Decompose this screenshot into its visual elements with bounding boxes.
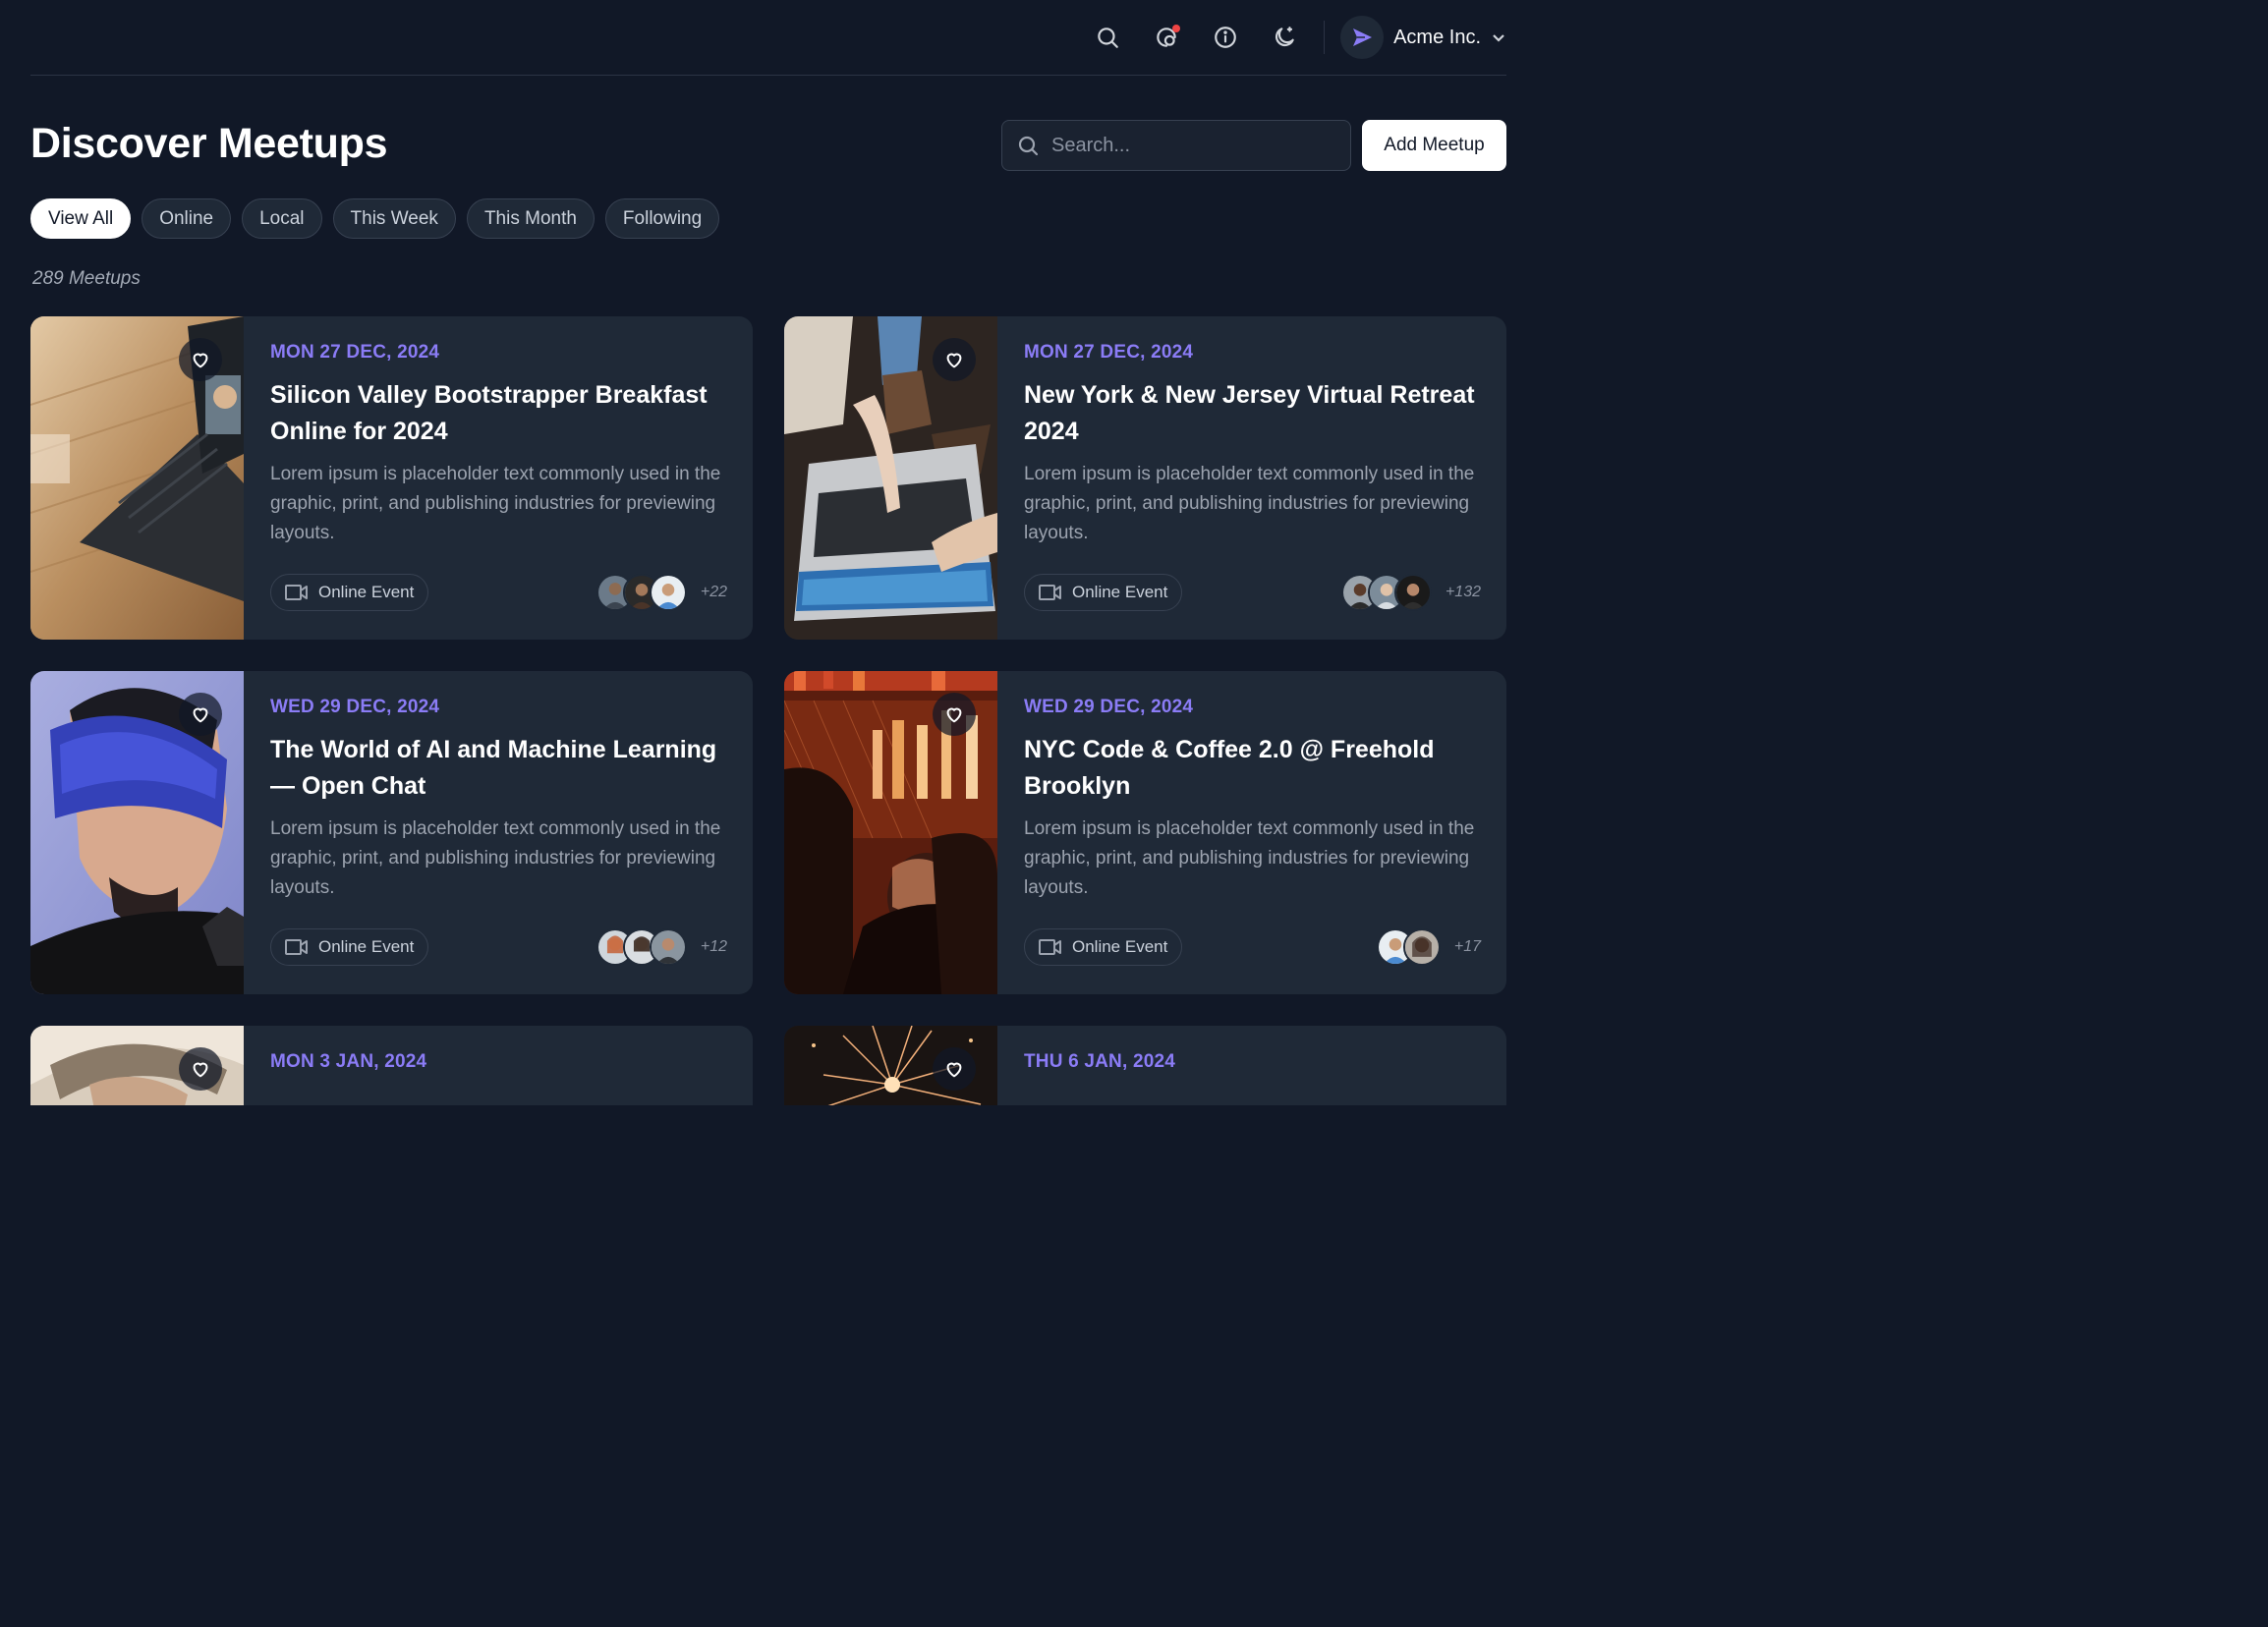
notifications-icon[interactable]	[1137, 16, 1196, 59]
search-box[interactable]	[1001, 120, 1351, 171]
video-camera-icon	[285, 585, 308, 600]
meetup-title[interactable]: New York & New Jersey Virtual Retreat 20…	[1024, 377, 1481, 450]
meetup-card[interactable]: WED 29 DEC, 2024 The World of AI and Mac…	[30, 671, 753, 994]
meetup-card[interactable]: MON 3 JAN, 2024	[30, 1026, 753, 1105]
search-input[interactable]	[1051, 134, 1317, 157]
meetup-card[interactable]: WED 29 DEC, 2024 NYC Code & Coffee 2.0 @…	[784, 671, 1506, 994]
page-title: Discover Meetups	[30, 120, 388, 167]
meetup-image	[30, 316, 244, 640]
favorite-button[interactable]	[179, 338, 222, 381]
meetup-description: Lorem ipsum is placeholder text commonly…	[1024, 818, 1475, 898]
event-type-badge: Online Event	[270, 928, 429, 966]
heart-icon	[193, 707, 208, 723]
heart-icon	[193, 353, 208, 368]
extra-attendees-count: +22	[700, 584, 727, 600]
event-type-badge: Online Event	[1024, 574, 1183, 611]
video-camera-icon	[1039, 585, 1061, 600]
meetup-description: Lorem ipsum is placeholder text commonly…	[1024, 464, 1475, 543]
video-camera-icon	[1039, 939, 1061, 955]
meetup-card[interactable]: THU 6 JAN, 2024	[784, 1026, 1506, 1105]
meetup-image	[30, 671, 244, 994]
topbar-divider	[1324, 21, 1326, 54]
account-name: Acme Inc.	[1393, 26, 1481, 48]
add-meetup-button[interactable]: Add Meetup	[1362, 120, 1506, 171]
meetup-date: WED 29 DEC, 2024	[270, 697, 440, 717]
favorite-button[interactable]	[179, 693, 222, 736]
meetup-card-body: WED 29 DEC, 2024 NYC Code & Coffee 2.0 @…	[997, 671, 1506, 994]
meetups-page: Acme Inc. Discover Meetups Add Meetup Vi…	[0, 0, 1541, 1105]
event-type-label: Online Event	[1072, 583, 1168, 601]
meetup-image	[784, 316, 997, 640]
meetup-count: 289 Meetups	[32, 268, 141, 289]
heart-icon	[946, 1062, 962, 1078]
meetup-title[interactable]: Silicon Valley Bootstrapper Breakfast On…	[270, 377, 727, 450]
favorite-button[interactable]	[933, 1047, 976, 1091]
meetup-description: Lorem ipsum is placeholder text commonly…	[270, 464, 721, 543]
event-type-label: Online Event	[1072, 937, 1168, 956]
avatar	[649, 574, 687, 611]
meetup-date: WED 29 DEC, 2024	[1024, 697, 1194, 717]
meetup-meta: Online Event +17	[1024, 928, 1481, 966]
meetup-card-body: MON 27 DEC, 2024 New York & New Jersey V…	[997, 316, 1506, 640]
heart-icon	[946, 353, 962, 368]
meetup-date: THU 6 JAN, 2024	[1024, 1051, 1176, 1072]
meetup-card-body: MON 3 JAN, 2024	[244, 1026, 753, 1105]
meetup-card-body: THU 6 JAN, 2024	[997, 1026, 1506, 1105]
attendees[interactable]: +12	[595, 928, 727, 966]
account-switcher[interactable]: Acme Inc.	[1340, 16, 1506, 59]
meetup-card[interactable]: MON 27 DEC, 2024 New York & New Jersey V…	[784, 316, 1506, 640]
search-icon[interactable]	[1078, 16, 1137, 59]
event-type-label: Online Event	[318, 583, 415, 601]
dark-mode-icon[interactable]	[1255, 16, 1314, 59]
avatar	[1393, 574, 1432, 611]
chevron-down-icon	[1493, 34, 1504, 42]
extra-attendees-count: +12	[700, 938, 727, 955]
video-camera-icon	[285, 939, 308, 955]
meetup-image	[30, 1026, 244, 1105]
avatar	[1402, 928, 1441, 966]
filter-this-month[interactable]: This Month	[466, 198, 595, 239]
meetup-image	[784, 671, 997, 994]
filter-local[interactable]: Local	[242, 198, 322, 239]
heart-icon	[946, 707, 962, 723]
meetup-title[interactable]: The World of AI and Machine Learning — O…	[270, 732, 727, 805]
favorite-button[interactable]	[933, 693, 976, 736]
event-type-label: Online Event	[318, 937, 415, 956]
search-icon	[1018, 136, 1039, 156]
top-bar: Acme Inc.	[30, 0, 1506, 76]
event-type-badge: Online Event	[270, 574, 429, 611]
meetup-date: MON 27 DEC, 2024	[270, 342, 440, 363]
attendees[interactable]: +22	[595, 574, 727, 611]
event-type-badge: Online Event	[1024, 928, 1183, 966]
meetup-card[interactable]: MON 27 DEC, 2024 Silicon Valley Bootstra…	[30, 316, 753, 640]
meetup-meta: Online Event +22	[270, 574, 727, 611]
avatar	[649, 928, 687, 966]
attendees[interactable]: +132	[1340, 574, 1481, 611]
meetup-description: Lorem ipsum is placeholder text commonly…	[270, 818, 721, 898]
heart-icon	[193, 1062, 208, 1078]
meetup-image	[784, 1026, 997, 1105]
meetup-date: MON 27 DEC, 2024	[1024, 342, 1194, 363]
attendees[interactable]: +17	[1376, 928, 1481, 966]
meetup-card-body: WED 29 DEC, 2024 The World of AI and Mac…	[244, 671, 753, 994]
info-icon[interactable]	[1196, 16, 1255, 59]
filter-online[interactable]: Online	[142, 198, 232, 239]
extra-attendees-count: +17	[1453, 938, 1481, 955]
favorite-button[interactable]	[933, 338, 976, 381]
filter-chips: View All Online Local This Week This Mon…	[30, 198, 720, 239]
extra-attendees-count: +132	[1445, 584, 1481, 600]
meetup-meta: Online Event +12	[270, 928, 727, 966]
filter-following[interactable]: Following	[604, 198, 720, 239]
favorite-button[interactable]	[179, 1047, 222, 1091]
meetup-meta: Online Event +132	[1024, 574, 1481, 611]
filter-this-week[interactable]: This Week	[332, 198, 456, 239]
paper-plane-logo	[1340, 16, 1385, 59]
meetup-date: MON 3 JAN, 2024	[270, 1051, 427, 1072]
meetup-card-body: MON 27 DEC, 2024 Silicon Valley Bootstra…	[244, 316, 753, 640]
meetup-title[interactable]: NYC Code & Coffee 2.0 @ Freehold Brookly…	[1024, 732, 1481, 805]
filter-view-all[interactable]: View All	[30, 198, 132, 239]
